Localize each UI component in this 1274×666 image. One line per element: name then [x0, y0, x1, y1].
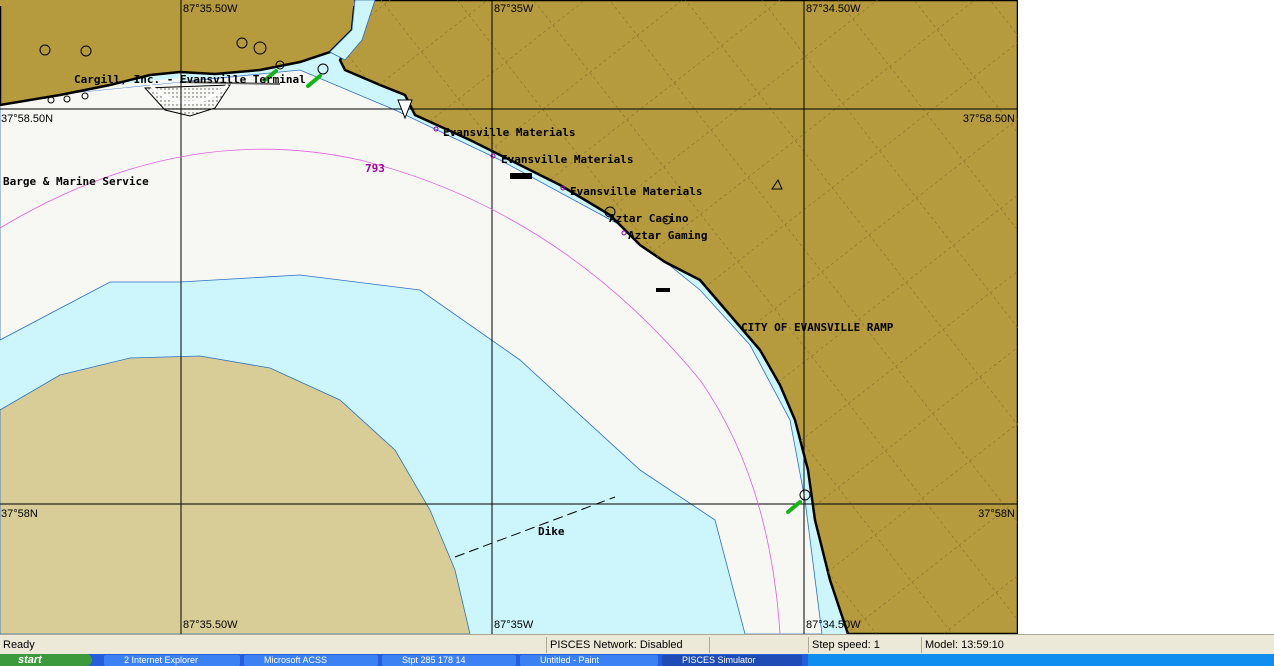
status-ready: Ready [3, 639, 35, 651]
label-evansville-2: Evansville Materials [501, 153, 633, 166]
lon-label: 87°35W [494, 3, 534, 15]
mile-marker: 793 [365, 162, 385, 175]
status-blank [709, 637, 808, 653]
taskbar: start 2 Internet Explorer Microsoft ACSS… [0, 654, 1274, 666]
status-bar: Ready PISCES Network: Disabled Step spee… [0, 634, 1274, 655]
lat-label: 37°58.50N [1, 113, 53, 125]
vessel-icon[interactable] [656, 288, 670, 292]
taskbar-item[interactable]: PISCES Simulator [662, 655, 802, 666]
label-evansville-1: Evansville Materials [443, 126, 575, 139]
taskbar-item[interactable]: Microsoft ACSS [244, 655, 378, 666]
status-model-time: Model: 13:59:10 [921, 637, 1020, 653]
lon-label: 87°34.50W [806, 3, 861, 15]
taskbar-item[interactable]: Stpt 285 178 14 [382, 655, 516, 666]
vessel-icon[interactable] [510, 173, 532, 179]
start-button[interactable]: start [0, 654, 92, 666]
label-aztar-casino: Aztar Casino [609, 212, 689, 225]
lat-label: 37°58N [1, 508, 38, 520]
lon-label: 87°34.50W [806, 619, 861, 631]
label-dike: Dike [538, 525, 565, 538]
status-step-speed: Step speed: 1 [808, 637, 921, 653]
lat-label: 37°58.50N [963, 113, 1015, 125]
label-evansville-3: Evansville Materials [570, 185, 702, 198]
taskbar-item[interactable]: 2 Internet Explorer [104, 655, 240, 666]
lon-label: 87°35W [494, 619, 534, 631]
land-cap [0, 0, 355, 6]
system-tray [808, 654, 1274, 666]
label-barge: Barge & Marine Service [3, 175, 149, 188]
status-network: PISCES Network: Disabled [546, 637, 709, 653]
nautical-chart[interactable]: Cargill, Inc. - Evansville Terminal Barg… [0, 0, 1018, 634]
lon-label: 87°35.50W [183, 3, 238, 15]
label-aztar-gaming: Aztar Gaming [628, 229, 707, 242]
taskbar-item[interactable]: Untitled - Paint [520, 655, 658, 666]
label-cargill: Cargill, Inc. - Evansville Terminal [74, 73, 306, 86]
lat-label: 37°58N [978, 508, 1015, 520]
label-city-ramp: CITY OF EVANSVILLE RAMP [741, 321, 894, 334]
lon-label: 87°35.50W [183, 619, 238, 631]
chart-canvas[interactable]: Cargill, Inc. - Evansville Terminal Barg… [0, 0, 1018, 634]
